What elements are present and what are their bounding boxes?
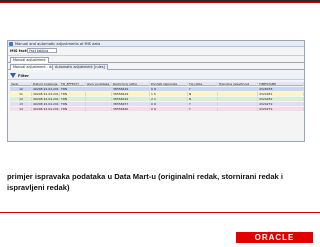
table-cell <box>218 87 258 91</box>
caption-line-1: primjer ispravaka podataka u Data Mart-u… <box>7 172 283 181</box>
table-cell <box>86 102 112 106</box>
table-cell: 38558449 <box>112 92 150 96</box>
table-cell: 13 <box>10 102 32 106</box>
table-cell <box>218 102 258 106</box>
table-cell: 2 C <box>150 97 188 101</box>
tab-manual-adjustment[interactable]: Manual adjustment <box>10 57 49 63</box>
column-header[interactable]: TIMESTAMP <box>258 82 304 86</box>
mis-facts-row: MIS facts Fact tablica <box>8 48 304 54</box>
caption-line-2: ispravljeni redak) <box>7 183 70 192</box>
table-cell: 38558449 <box>112 97 150 101</box>
table-row[interactable]: 13 40298 22.04.2010 TRN 38558457 0 O Y 4… <box>10 102 304 106</box>
table-cell: 14 <box>10 107 32 111</box>
filter-icon[interactable] <box>10 73 16 78</box>
table-cell: 0 O <box>150 102 188 106</box>
table-cell: TRN <box>60 92 86 96</box>
table-cell: TRN <box>60 102 86 106</box>
grid-toolbar: Filter <box>8 72 304 80</box>
table-cell <box>218 97 258 101</box>
column-header[interactable]: Datum knjizenja <box>32 82 60 86</box>
grid-empty-area <box>8 121 304 141</box>
tab-automatic-adjustment-rules[interactable]: Automatic adjustment [rules] <box>52 64 108 70</box>
table-cell: 4324281 <box>258 92 304 96</box>
table-row[interactable]: 11 40298 22.04.2010 TRN 38558449 1 S N 4… <box>10 92 304 96</box>
table-cell: 40298 22.04.2010 <box>33 97 60 101</box>
slide-caption: primjer ispravaka podataka u Data Mart-u… <box>7 171 307 193</box>
table-cell: TRN <box>60 107 86 111</box>
column-header[interactable]: Izvor podataka <box>86 82 112 86</box>
primary-tab-strip: Manual adjustment <box>8 57 304 63</box>
table-row[interactable]: 10 40298 22.04.2010 TRN 38558449 0 O Y 4… <box>10 87 304 91</box>
embedded-screenshot: Manual and automatic adjustments of MIS … <box>7 40 305 142</box>
column-header[interactable]: Verzi <box>10 82 32 86</box>
column-header[interactable]: Trenutna relevitnost <box>218 82 258 86</box>
table-cell: 0 O <box>150 87 188 91</box>
table-cell: 4324279 <box>258 102 304 106</box>
table-cell: 12 <box>10 97 32 101</box>
table-cell <box>218 92 258 96</box>
column-header[interactable]: Tip retka <box>188 82 218 86</box>
column-header[interactable]: Pondati zapisnika <box>150 82 188 86</box>
table-cell: N <box>188 92 218 96</box>
table-cell: Y <box>188 102 218 106</box>
table-cell: 38558457 <box>112 102 150 106</box>
table-cell: TRN <box>60 97 86 101</box>
table-cell: 40298 22.04.2010 <box>33 92 60 96</box>
mis-facts-select[interactable]: Fact tablica <box>27 48 57 53</box>
table-cell: 10 <box>10 87 32 91</box>
window-title: Manual and automatic adjustments of MIS … <box>15 42 101 46</box>
table-cell: 40298 22.04.2010 <box>33 102 60 106</box>
table-cell: 38558449 <box>112 87 150 91</box>
table-cell <box>86 92 112 96</box>
table-cell: 4324282 <box>258 97 304 101</box>
table-row[interactable]: 14 40298 22.04.2010 TRN 38558460 0 O Y 4… <box>10 107 304 111</box>
column-header[interactable]: Redni broj retka <box>112 82 150 86</box>
window-titlebar: Manual and automatic adjustments of MIS … <box>8 41 304 47</box>
table-cell <box>86 87 112 91</box>
secondary-tab-strip: Manual adjustment - data Automatic adjus… <box>8 64 304 70</box>
table-cell: 40298 22.04.2010 <box>33 87 60 91</box>
table-cell: 38558460 <box>112 107 150 111</box>
table-cell: 0 O <box>150 107 188 111</box>
table-row[interactable]: 12 40298 22.04.2010 TRN 38558449 2 C N 4… <box>10 97 304 101</box>
column-header[interactable]: TD_EFFECTI <box>60 82 86 86</box>
table-cell: 11 <box>10 92 32 96</box>
form-separator <box>8 55 304 56</box>
grid-header-row: Verzi Datum knjizenja TD_EFFECTI Izvor p… <box>10 82 304 86</box>
table-cell: 4329078 <box>258 87 304 91</box>
mis-facts-label: MIS facts <box>10 49 29 53</box>
table-cell <box>218 107 258 111</box>
table-cell: Y <box>188 87 218 91</box>
table-cell: Y <box>188 107 218 111</box>
app-icon <box>9 42 13 46</box>
table-cell: 1 S <box>150 92 188 96</box>
filter-button[interactable]: Filter <box>18 74 29 78</box>
oracle-logo: ORACLE <box>236 232 313 243</box>
table-cell: 40298 22.04.2010 <box>33 107 60 111</box>
table-cell <box>86 107 112 111</box>
table-cell: N <box>188 97 218 101</box>
top-accent-line <box>0 2 320 3</box>
table-cell <box>86 97 112 101</box>
footer-divider <box>0 212 320 213</box>
table-cell: TRN <box>60 87 86 91</box>
table-cell: 4324279 <box>258 107 304 111</box>
